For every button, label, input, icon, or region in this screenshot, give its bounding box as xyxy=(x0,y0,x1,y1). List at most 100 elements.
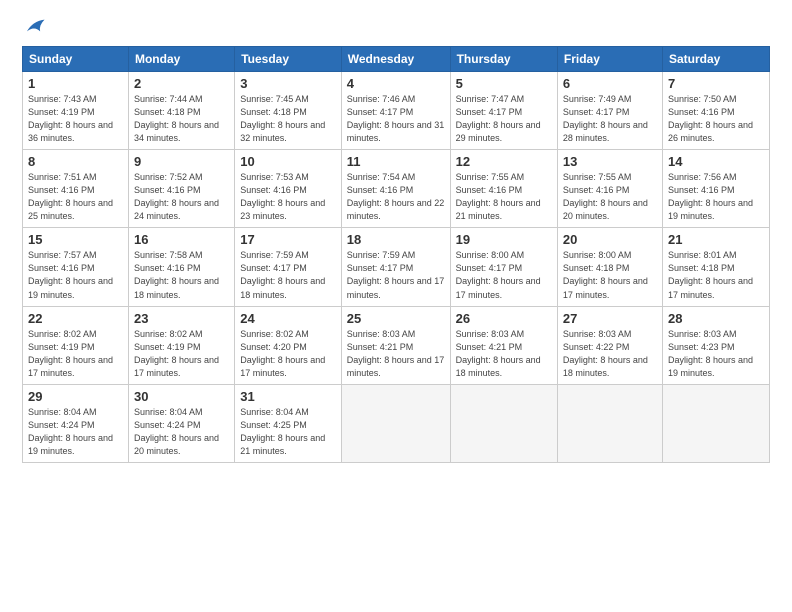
day-info: Sunrise: 8:04 AMSunset: 4:24 PMDaylight:… xyxy=(134,406,229,458)
weekday-header-saturday: Saturday xyxy=(662,47,769,72)
day-info: Sunrise: 7:58 AMSunset: 4:16 PMDaylight:… xyxy=(134,249,229,301)
day-number: 9 xyxy=(134,154,229,169)
day-info: Sunrise: 7:53 AMSunset: 4:16 PMDaylight:… xyxy=(240,171,336,223)
calendar-cell: 18 Sunrise: 7:59 AMSunset: 4:17 PMDayligh… xyxy=(341,228,450,306)
day-info: Sunrise: 7:49 AMSunset: 4:17 PMDaylight:… xyxy=(563,93,657,145)
day-info: Sunrise: 7:46 AMSunset: 4:17 PMDaylight:… xyxy=(347,93,445,145)
calendar-cell: 13 Sunrise: 7:55 AMSunset: 4:16 PMDayligh… xyxy=(557,150,662,228)
calendar-cell: 6 Sunrise: 7:49 AMSunset: 4:17 PMDaylight… xyxy=(557,72,662,150)
calendar-cell: 16 Sunrise: 7:58 AMSunset: 4:16 PMDayligh… xyxy=(128,228,234,306)
day-number: 22 xyxy=(28,311,123,326)
day-number: 23 xyxy=(134,311,229,326)
calendar-week-2: 8Sunrise: 7:51 AMSunset: 4:16 PMDaylight… xyxy=(23,150,770,228)
day-number: 19 xyxy=(456,232,552,247)
day-number: 16 xyxy=(134,232,229,247)
day-info: Sunrise: 7:55 AMSunset: 4:16 PMDaylight:… xyxy=(563,171,657,223)
calendar-cell xyxy=(450,384,557,462)
header xyxy=(22,18,770,36)
calendar-cell: 20 Sunrise: 8:00 AMSunset: 4:18 PMDayligh… xyxy=(557,228,662,306)
day-info: Sunrise: 8:00 AMSunset: 4:17 PMDaylight:… xyxy=(456,249,552,301)
weekday-header-thursday: Thursday xyxy=(450,47,557,72)
logo-bird-icon xyxy=(24,18,46,36)
day-info: Sunrise: 8:03 AMSunset: 4:21 PMDaylight:… xyxy=(347,328,445,380)
calendar-cell: 11 Sunrise: 7:54 AMSunset: 4:16 PMDayligh… xyxy=(341,150,450,228)
weekday-row: SundayMondayTuesdayWednesdayThursdayFrid… xyxy=(23,47,770,72)
calendar-cell xyxy=(662,384,769,462)
day-info: Sunrise: 7:50 AMSunset: 4:16 PMDaylight:… xyxy=(668,93,764,145)
calendar-cell: 19 Sunrise: 8:00 AMSunset: 4:17 PMDayligh… xyxy=(450,228,557,306)
day-number: 14 xyxy=(668,154,764,169)
day-number: 30 xyxy=(134,389,229,404)
calendar-cell: 26Sunrise: 8:03 AMSunset: 4:21 PMDayligh… xyxy=(450,306,557,384)
day-number: 12 xyxy=(456,154,552,169)
day-info: Sunrise: 7:47 AMSunset: 4:17 PMDaylight:… xyxy=(456,93,552,145)
calendar-body: 1 Sunrise: 7:43 AMSunset: 4:19 PMDaylight… xyxy=(23,72,770,463)
calendar-cell: 5 Sunrise: 7:47 AMSunset: 4:17 PMDaylight… xyxy=(450,72,557,150)
calendar-cell: 23 Sunrise: 8:02 AMSunset: 4:19 PMDayligh… xyxy=(128,306,234,384)
day-info: Sunrise: 8:03 AMSunset: 4:22 PMDaylight:… xyxy=(563,328,657,380)
calendar-cell: 30 Sunrise: 8:04 AMSunset: 4:24 PMDayligh… xyxy=(128,384,234,462)
day-info: Sunrise: 8:01 AMSunset: 4:18 PMDaylight:… xyxy=(668,249,764,301)
day-info: Sunrise: 7:52 AMSunset: 4:16 PMDaylight:… xyxy=(134,171,229,223)
calendar-cell: 21 Sunrise: 8:01 AMSunset: 4:18 PMDayligh… xyxy=(662,228,769,306)
calendar-week-4: 22 Sunrise: 8:02 AMSunset: 4:19 PMDayligh… xyxy=(23,306,770,384)
day-number: 20 xyxy=(563,232,657,247)
day-info: Sunrise: 7:43 AMSunset: 4:19 PMDaylight:… xyxy=(28,93,123,145)
day-number: 5 xyxy=(456,76,552,91)
day-number: 6 xyxy=(563,76,657,91)
day-number: 15 xyxy=(28,232,123,247)
day-info: Sunrise: 8:04 AMSunset: 4:24 PMDaylight:… xyxy=(28,406,123,458)
weekday-header-monday: Monday xyxy=(128,47,234,72)
day-number: 13 xyxy=(563,154,657,169)
day-info: Sunrise: 8:00 AMSunset: 4:18 PMDaylight:… xyxy=(563,249,657,301)
day-number: 2 xyxy=(134,76,229,91)
calendar-table: SundayMondayTuesdayWednesdayThursdayFrid… xyxy=(22,46,770,463)
calendar-cell: 1 Sunrise: 7:43 AMSunset: 4:19 PMDaylight… xyxy=(23,72,129,150)
logo xyxy=(22,18,46,36)
calendar-week-1: 1 Sunrise: 7:43 AMSunset: 4:19 PMDaylight… xyxy=(23,72,770,150)
day-number: 27 xyxy=(563,311,657,326)
page: SundayMondayTuesdayWednesdayThursdayFrid… xyxy=(0,0,792,475)
day-info: Sunrise: 7:59 AMSunset: 4:17 PMDaylight:… xyxy=(347,249,445,301)
day-number: 10 xyxy=(240,154,336,169)
calendar-week-5: 29Sunrise: 8:04 AMSunset: 4:24 PMDayligh… xyxy=(23,384,770,462)
day-number: 4 xyxy=(347,76,445,91)
day-number: 25 xyxy=(347,311,445,326)
day-number: 24 xyxy=(240,311,336,326)
calendar-cell: 7 Sunrise: 7:50 AMSunset: 4:16 PMDaylight… xyxy=(662,72,769,150)
day-number: 7 xyxy=(668,76,764,91)
calendar-cell: 24Sunrise: 8:02 AMSunset: 4:20 PMDayligh… xyxy=(235,306,342,384)
day-number: 3 xyxy=(240,76,336,91)
calendar-cell: 3 Sunrise: 7:45 AMSunset: 4:18 PMDaylight… xyxy=(235,72,342,150)
day-number: 21 xyxy=(668,232,764,247)
day-number: 18 xyxy=(347,232,445,247)
calendar-cell: 28Sunrise: 8:03 AMSunset: 4:23 PMDayligh… xyxy=(662,306,769,384)
calendar-cell xyxy=(557,384,662,462)
calendar-cell: 2 Sunrise: 7:44 AMSunset: 4:18 PMDaylight… xyxy=(128,72,234,150)
weekday-header-tuesday: Tuesday xyxy=(235,47,342,72)
calendar-header: SundayMondayTuesdayWednesdayThursdayFrid… xyxy=(23,47,770,72)
calendar-cell: 25 Sunrise: 8:03 AMSunset: 4:21 PMDayligh… xyxy=(341,306,450,384)
day-number: 1 xyxy=(28,76,123,91)
day-info: Sunrise: 7:54 AMSunset: 4:16 PMDaylight:… xyxy=(347,171,445,223)
day-number: 11 xyxy=(347,154,445,169)
calendar-cell: 10 Sunrise: 7:53 AMSunset: 4:16 PMDayligh… xyxy=(235,150,342,228)
day-info: Sunrise: 8:03 AMSunset: 4:23 PMDaylight:… xyxy=(668,328,764,380)
day-info: Sunrise: 8:03 AMSunset: 4:21 PMDaylight:… xyxy=(456,328,552,380)
day-info: Sunrise: 8:04 AMSunset: 4:25 PMDaylight:… xyxy=(240,406,336,458)
day-info: Sunrise: 7:59 AMSunset: 4:17 PMDaylight:… xyxy=(240,249,336,301)
day-info: Sunrise: 7:45 AMSunset: 4:18 PMDaylight:… xyxy=(240,93,336,145)
weekday-header-wednesday: Wednesday xyxy=(341,47,450,72)
calendar-cell xyxy=(341,384,450,462)
calendar-cell: 17Sunrise: 7:59 AMSunset: 4:17 PMDayligh… xyxy=(235,228,342,306)
day-info: Sunrise: 7:56 AMSunset: 4:16 PMDaylight:… xyxy=(668,171,764,223)
calendar-cell: 12 Sunrise: 7:55 AMSunset: 4:16 PMDayligh… xyxy=(450,150,557,228)
day-info: Sunrise: 8:02 AMSunset: 4:19 PMDaylight:… xyxy=(28,328,123,380)
day-info: Sunrise: 7:57 AMSunset: 4:16 PMDaylight:… xyxy=(28,249,123,301)
day-info: Sunrise: 7:44 AMSunset: 4:18 PMDaylight:… xyxy=(134,93,229,145)
calendar-cell: 27 Sunrise: 8:03 AMSunset: 4:22 PMDayligh… xyxy=(557,306,662,384)
weekday-header-friday: Friday xyxy=(557,47,662,72)
day-info: Sunrise: 7:55 AMSunset: 4:16 PMDaylight:… xyxy=(456,171,552,223)
day-info: Sunrise: 8:02 AMSunset: 4:19 PMDaylight:… xyxy=(134,328,229,380)
calendar-cell: 8Sunrise: 7:51 AMSunset: 4:16 PMDaylight… xyxy=(23,150,129,228)
